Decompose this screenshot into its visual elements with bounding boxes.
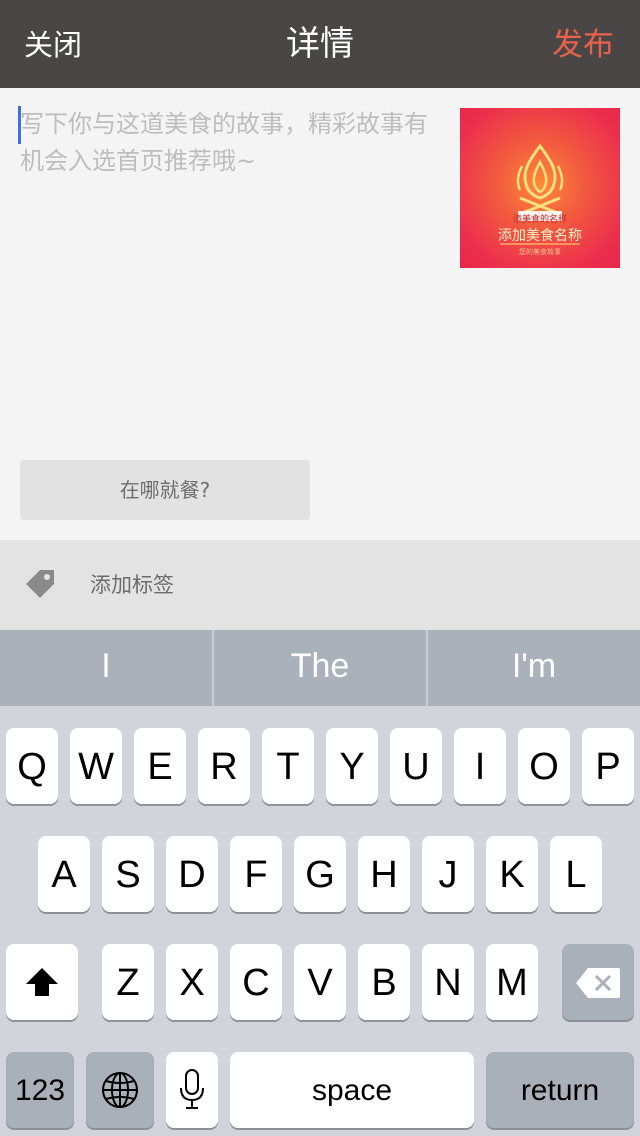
key-i[interactable]: I xyxy=(454,728,506,804)
keyboard: I The I'm Q W E R T Y U I O P A S D F G … xyxy=(0,630,640,1136)
key-r[interactable]: R xyxy=(198,728,250,804)
key-f[interactable]: F xyxy=(230,836,282,912)
key-u[interactable]: U xyxy=(390,728,442,804)
microphone-icon xyxy=(180,1069,204,1109)
key-o[interactable]: O xyxy=(518,728,570,804)
key-p[interactable]: P xyxy=(582,728,634,804)
key-y[interactable]: Y xyxy=(326,728,378,804)
key-k[interactable]: K xyxy=(486,836,538,912)
key-j[interactable]: J xyxy=(422,836,474,912)
cover-subtitle: 添美食的名称 xyxy=(512,215,567,225)
story-input[interactable] xyxy=(20,106,442,196)
add-tag-label: 添加标签 xyxy=(90,573,174,597)
where-dine-button[interactable]: 在哪就餐? xyxy=(20,460,310,520)
publish-button[interactable]: 发布 xyxy=(552,0,614,88)
food-cover-image[interactable]: 添美食的名称 添加美食名称 您的美食故事 xyxy=(460,108,620,268)
key-d[interactable]: D xyxy=(166,836,218,912)
cover-footer: 您的美食故事 xyxy=(519,248,561,256)
suggestion-3[interactable]: I'm xyxy=(428,630,640,706)
add-tag-row[interactable]: 添加标签 xyxy=(0,540,640,630)
shift-icon xyxy=(26,968,58,996)
cover-food-name: 添加美食名称 xyxy=(498,228,582,244)
key-v[interactable]: V xyxy=(294,944,346,1020)
key-e[interactable]: E xyxy=(134,728,186,804)
tag-icon xyxy=(26,570,54,598)
key-c[interactable]: C xyxy=(230,944,282,1020)
key-z[interactable]: Z xyxy=(102,944,154,1020)
globe-key[interactable] xyxy=(86,1052,154,1128)
key-a[interactable]: A xyxy=(38,836,90,912)
key-g[interactable]: G xyxy=(294,836,346,912)
key-b[interactable]: B xyxy=(358,944,410,1020)
key-x[interactable]: X xyxy=(166,944,218,1020)
suggestion-1[interactable]: I xyxy=(0,630,212,706)
globe-icon xyxy=(102,1072,138,1108)
microphone-key[interactable] xyxy=(166,1052,218,1128)
navigation-bar: 关闭 详情 发布 xyxy=(0,0,640,88)
key-h[interactable]: H xyxy=(358,836,410,912)
space-key[interactable]: space xyxy=(230,1052,474,1128)
suggestion-bar: I The I'm xyxy=(0,630,640,706)
key-s[interactable]: S xyxy=(102,836,154,912)
key-n[interactable]: N xyxy=(422,944,474,1020)
close-button[interactable]: 关闭 xyxy=(24,0,82,88)
page-title: 详情 xyxy=(286,24,354,64)
shift-key[interactable] xyxy=(6,944,78,1020)
suggestion-2[interactable]: The xyxy=(214,630,426,706)
return-key[interactable]: return xyxy=(486,1052,634,1128)
numbers-key[interactable]: 123 xyxy=(6,1052,74,1128)
key-t[interactable]: T xyxy=(262,728,314,804)
compose-area: 添美食的名称 添加美食名称 您的美食故事 在哪就餐? xyxy=(0,88,640,540)
key-w[interactable]: W xyxy=(70,728,122,804)
key-q[interactable]: Q xyxy=(6,728,58,804)
delete-key[interactable] xyxy=(562,944,634,1020)
key-l[interactable]: L xyxy=(550,836,602,912)
delete-icon xyxy=(576,968,620,998)
key-m[interactable]: M xyxy=(486,944,538,1020)
